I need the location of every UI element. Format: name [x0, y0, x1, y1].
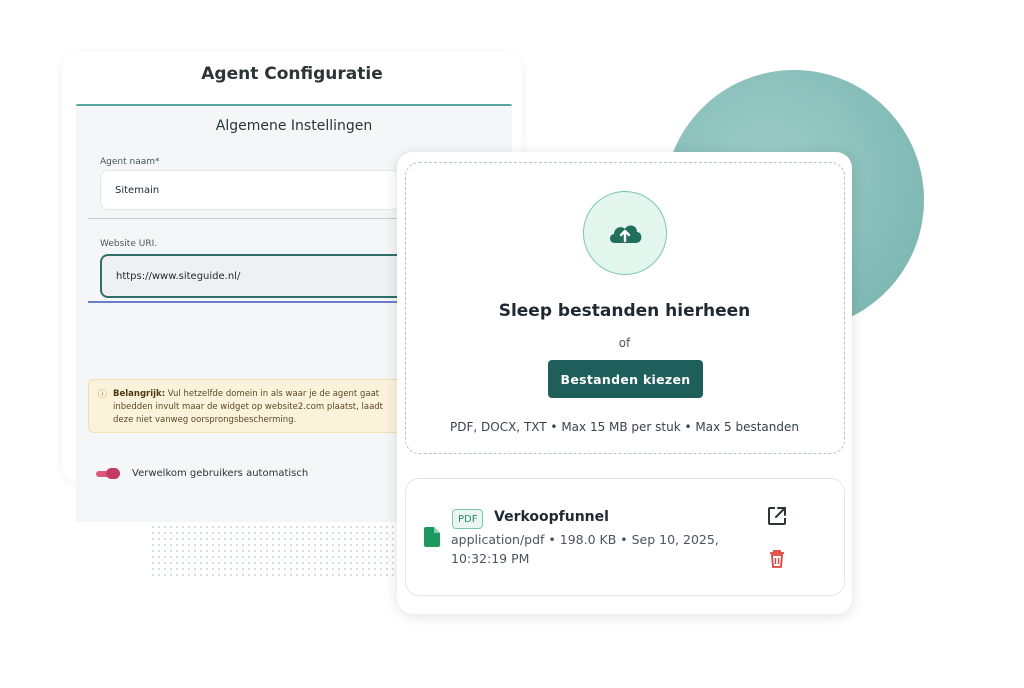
notice-strong: Belangrijk:: [113, 389, 166, 399]
file-icon: [424, 527, 440, 551]
page-title: Agent Configuratie: [201, 64, 383, 84]
dropzone-title: Sleep bestanden hierheen: [498, 301, 751, 321]
dropzone-or: of: [618, 336, 631, 350]
dropzone-hint: PDF, DOCX, TXT • Max 15 MB per stuk • Ma…: [450, 420, 799, 434]
website-uri-input[interactable]: https://www.siteguide.nl/: [100, 254, 406, 298]
file-dropzone[interactable]: Sleep bestanden hierheen of Bestanden ki…: [405, 162, 845, 454]
welcome-toggle-row: Verwelkom gebruikers automatisch: [96, 467, 309, 479]
section-title: Algemene Instellingen: [215, 118, 373, 134]
trash-icon[interactable]: [768, 549, 786, 569]
file-name: Verkoopfunnel: [494, 509, 609, 525]
choose-files-button[interactable]: Bestanden kiezen: [548, 360, 703, 398]
website-uri-underline: [88, 301, 406, 303]
website-uri-value: https://www.siteguide.nl/: [116, 270, 241, 282]
uploaded-file-card: PDF Verkoopfunnel application/pdf • 198.…: [405, 478, 845, 596]
toggle-thumb: [106, 467, 120, 479]
welcome-toggle[interactable]: [96, 467, 120, 479]
website-uri-label: Website URI.: [100, 239, 158, 249]
important-notice: ⓘ Belangrijk: Vul hetzelfde domein in al…: [88, 379, 406, 433]
welcome-toggle-label: Verwelkom gebruikers automatisch: [132, 468, 309, 479]
cloud-upload-icon: [583, 191, 667, 275]
info-icon: ⓘ: [98, 390, 108, 400]
agent-name-value: Sitemain: [115, 184, 160, 196]
agent-name-underline: [88, 218, 406, 219]
file-type-badge: PDF: [452, 509, 484, 529]
agent-name-input[interactable]: Sitemain: [100, 170, 400, 210]
agent-name-label: Agent naam*: [100, 157, 160, 167]
open-external-icon[interactable]: [766, 505, 788, 527]
upload-panel: Sleep bestanden hierheen of Bestanden ki…: [397, 152, 852, 614]
file-meta: application/pdf • 198.0 KB • Sep 10, 202…: [451, 532, 719, 566]
